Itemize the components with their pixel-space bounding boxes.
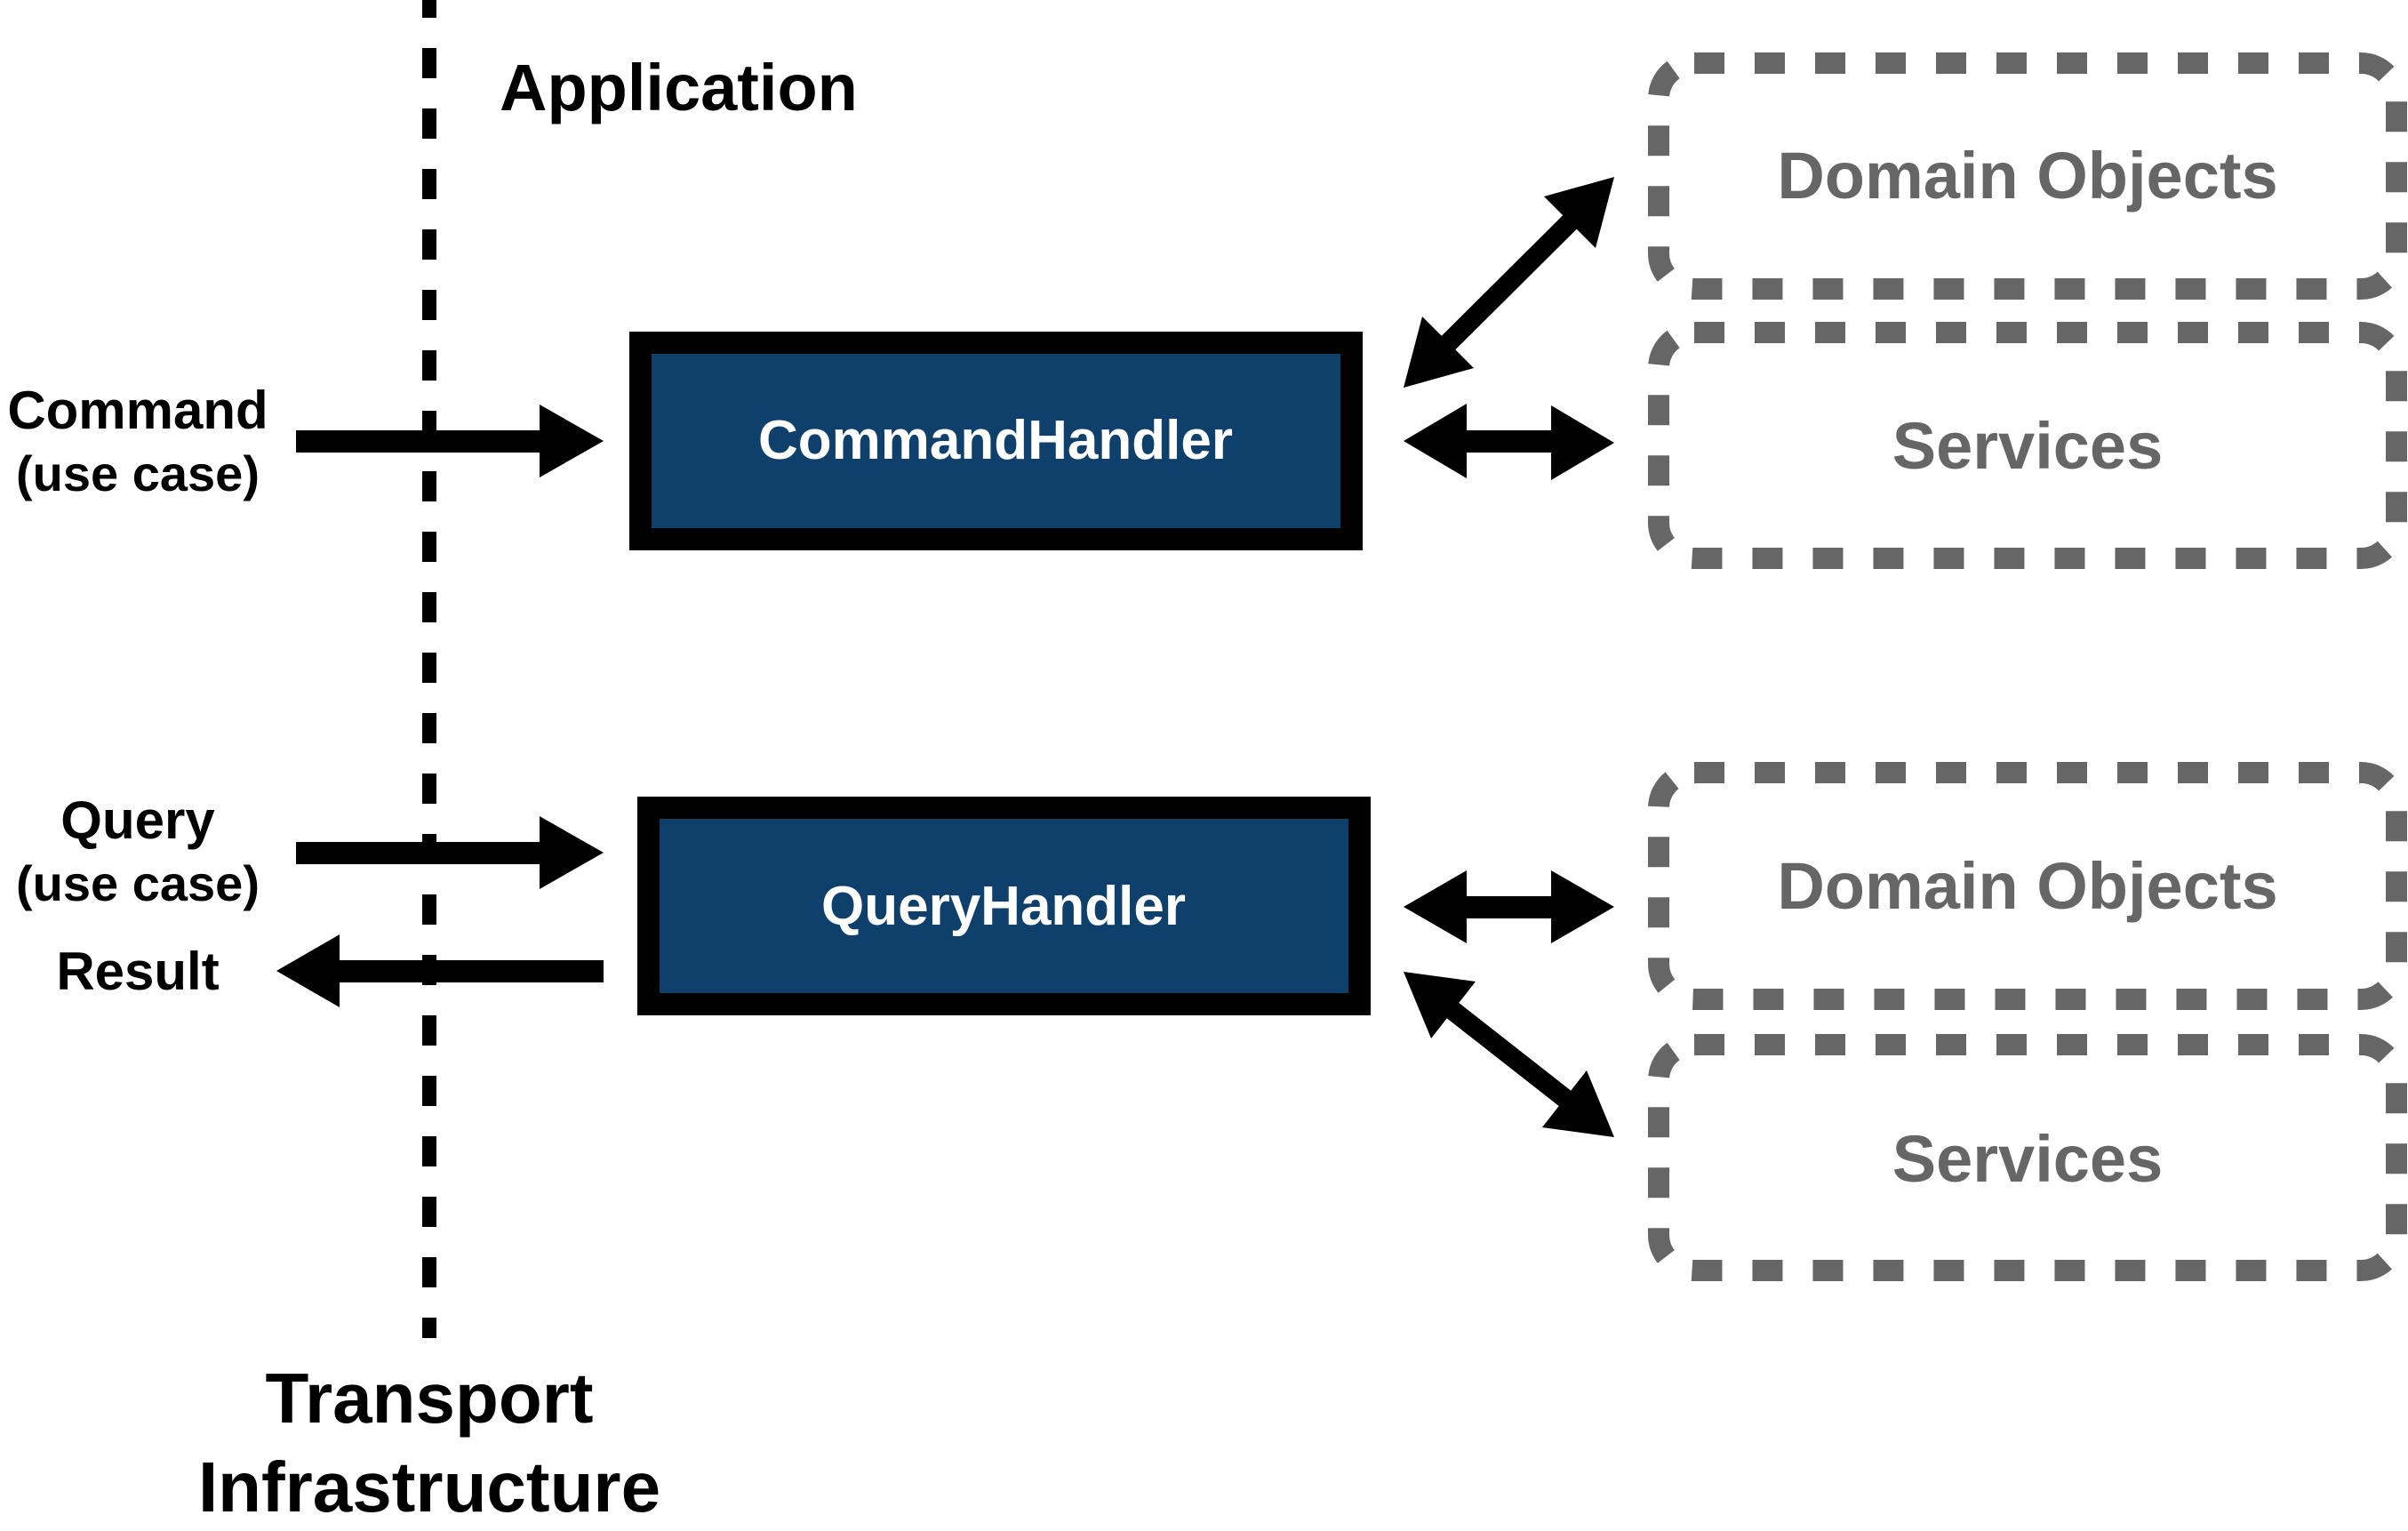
query-handler-box: QueryHandler: [637, 797, 1371, 1015]
result-arrow: [276, 934, 604, 1007]
query-handler-label: QueryHandler: [821, 876, 1186, 937]
command-handler-box: CommandHandler: [629, 332, 1363, 550]
command-domain-objects-label: Domain Objects: [1777, 139, 2277, 212]
query-domain-objects-arrow: [1404, 870, 1614, 943]
command-sublabel: (use case): [16, 445, 260, 501]
command-services-box: Services: [1648, 322, 2407, 569]
query-arrow: [296, 816, 604, 889]
query-domain-objects-box: Domain Objects: [1648, 762, 2407, 1010]
transport-layer-label-line1: Transport: [266, 1359, 594, 1438]
command-domain-objects-box: Domain Objects: [1648, 52, 2407, 300]
command-services-label: Services: [1892, 409, 2164, 483]
cqrs-diagram: Application Transport Infrastructure Com…: [7, 0, 2407, 1527]
query-services-box: Services: [1648, 1034, 2407, 1281]
query-services-arrow: [1404, 972, 1614, 1137]
command-arrow: [296, 405, 604, 477]
application-layer-label: Application: [500, 51, 858, 124]
query-label: Query: [60, 790, 215, 850]
result-label: Result: [56, 942, 219, 1001]
command-domain-objects-arrow: [1404, 177, 1614, 388]
command-handler-label: CommandHandler: [758, 410, 1233, 471]
transport-layer-label-line2: Infrastructure: [198, 1447, 660, 1527]
query-sublabel: (use case): [16, 855, 260, 911]
command-services-arrow: [1404, 404, 1614, 480]
command-label: Command: [7, 381, 268, 440]
query-domain-objects-label: Domain Objects: [1777, 849, 2277, 923]
query-services-label: Services: [1892, 1122, 2164, 1196]
